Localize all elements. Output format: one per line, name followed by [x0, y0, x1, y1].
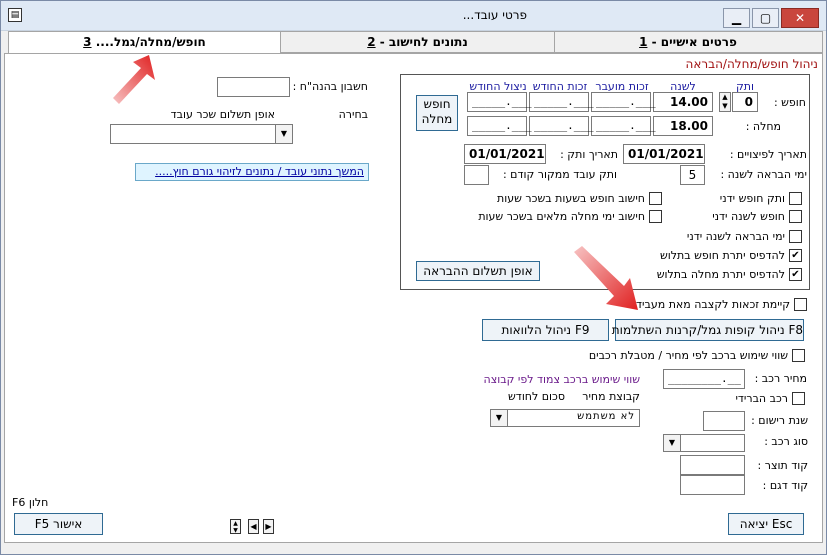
- model-code-field[interactable]: [680, 475, 745, 495]
- car-group-title: שווי שימוש ברכב צמוד לפי קבוצה: [483, 373, 640, 386]
- sick-yearly-field[interactable]: 18.00: [653, 116, 713, 136]
- full-sick-days-calc-checkbox[interactable]: [649, 210, 662, 223]
- hybrid-car-label: רכב הברידי: [735, 392, 788, 405]
- chevron-down-icon: ▼: [664, 435, 681, 451]
- window-title: פרטי עובד...: [462, 8, 527, 22]
- scroll-left-icon[interactable]: ◀: [248, 519, 259, 534]
- manual-recovery-days-checkbox[interactable]: [789, 230, 802, 243]
- tenure-date-label: תאריך ותק :: [560, 148, 618, 161]
- section-title: ניהול חופש/מחלה/הבראה: [685, 57, 819, 71]
- tenure-date-field[interactable]: 01/01/2021: [464, 144, 546, 164]
- recovery-payment-method-button[interactable]: אופן תשלום ההבראה: [416, 261, 540, 281]
- hourly-vacation-calc-label: חישוב חופש בשעות בשכר שעות: [497, 192, 645, 205]
- car-type-label: סוג רכב :: [764, 435, 808, 448]
- f9-loans-button[interactable]: F9 ניהול הלוואות: [482, 319, 609, 341]
- payment-method-label: אופן תשלום שכר עובד: [170, 108, 275, 121]
- close-button[interactable]: ✕: [781, 8, 819, 28]
- severance-date-label: תאריך לפיצויים :: [729, 148, 807, 161]
- vacation-monthly-field[interactable]: _____.___: [529, 92, 594, 112]
- annotation-arrow-up-icon: [113, 55, 155, 104]
- car-group-dropdown[interactable]: ▼ לא משתמש: [490, 409, 640, 427]
- app-icon: ▤: [8, 8, 22, 22]
- manual-vacation-tenure-checkbox[interactable]: [789, 192, 802, 205]
- model-code-label: קוד דגם :: [762, 479, 808, 492]
- chevron-down-icon: ▼: [275, 125, 292, 143]
- car-type-dropdown[interactable]: ▼: [663, 434, 745, 452]
- prior-tenure-label: ותק עובד ממקור קודם :: [502, 168, 617, 181]
- f5-confirm-button[interactable]: F5 אישור: [14, 513, 103, 535]
- manufacturer-code-field[interactable]: [680, 455, 745, 475]
- print-sick-balance-checkbox[interactable]: ✔: [789, 268, 802, 281]
- sick-carried-field[interactable]: _____.___: [591, 116, 656, 136]
- manual-yearly-vacation-checkbox[interactable]: [789, 210, 802, 223]
- car-price-label: מחיר רכב :: [754, 372, 807, 385]
- reg-year-field[interactable]: [703, 411, 745, 431]
- sick-label: מחלה :: [745, 120, 781, 133]
- car-usage-checkbox[interactable]: [792, 349, 805, 362]
- car-group-col-monthly: סכום לחודש: [508, 390, 565, 403]
- tab-calculation-data[interactable]: נתונים לחישוב - 2: [280, 31, 555, 53]
- scroll-updown-icon[interactable]: ▲ ▼: [230, 519, 241, 534]
- full-sick-days-calc-label: חישוב ימי מחלה מלאים בשכר שעות: [478, 210, 645, 223]
- payment-method-dropdown[interactable]: ▼: [110, 124, 293, 144]
- esc-exit-button[interactable]: יציאה Esc: [728, 513, 804, 535]
- chevron-down-icon: ▼: [491, 410, 508, 426]
- car-usage-label: שווי שימוש ברכב לפי מחיר / מטבלת רכבים: [588, 349, 788, 362]
- continue-employee-data-link[interactable]: המשך נתוני עובד / נתונים לזיהוי גורם חוץ…: [135, 163, 369, 181]
- recovery-days-label: ימי הבראה לשנה :: [720, 168, 807, 181]
- vacation-yearly-field[interactable]: 14.00: [653, 92, 713, 112]
- manufacturer-code-label: קוד תוצר :: [757, 459, 808, 472]
- reg-year-label: שנת רישום :: [751, 414, 808, 427]
- f6-window-label[interactable]: F6 חלון: [12, 496, 57, 509]
- scroll-right-icon[interactable]: ▶: [263, 519, 274, 534]
- f8-pension-funds-button[interactable]: F8 ניהול קופות גמל/קרנות השתלמות: [612, 319, 804, 341]
- car-group-col-price: קבוצת מחיר: [582, 390, 640, 403]
- pension-entitlement-checkbox[interactable]: [794, 298, 807, 311]
- tenure-spinner[interactable]: ▲ ▼: [719, 92, 731, 112]
- bank-account-label: חשבון בהנה"ח :: [292, 80, 368, 93]
- sick-used-field[interactable]: _____.___: [467, 116, 532, 136]
- bank-account-field[interactable]: [217, 77, 290, 97]
- recovery-days-field[interactable]: 5: [680, 165, 705, 185]
- vacation-carried-field[interactable]: _____.___: [591, 92, 656, 112]
- vacation-tenure-field[interactable]: 0: [732, 92, 758, 112]
- vacation-label: חופש :: [773, 96, 806, 109]
- print-vacation-balance-checkbox[interactable]: ✔: [789, 249, 802, 262]
- sick-monthly-field[interactable]: _____.___: [529, 116, 594, 136]
- annotation-arrow-down-icon: [574, 246, 638, 310]
- vacation-sick-button[interactable]: חופש מחלה: [416, 95, 458, 131]
- maximize-button[interactable]: ▢: [752, 8, 779, 28]
- severance-date-field[interactable]: 01/01/2021: [623, 144, 705, 164]
- manual-recovery-days-label: ימי הבראה לשנה ידני: [686, 230, 785, 243]
- minimize-button[interactable]: ▁: [723, 8, 750, 28]
- hourly-vacation-calc-checkbox[interactable]: [649, 192, 662, 205]
- car-price-field[interactable]: ________.__: [663, 369, 745, 389]
- vacation-used-field[interactable]: _____.___: [467, 92, 532, 112]
- tab-personal-details[interactable]: פרטים אישיים - 1: [553, 31, 823, 53]
- prior-tenure-field[interactable]: [464, 165, 489, 185]
- choice-label: בחירה: [338, 108, 368, 121]
- hybrid-car-checkbox[interactable]: [792, 392, 805, 405]
